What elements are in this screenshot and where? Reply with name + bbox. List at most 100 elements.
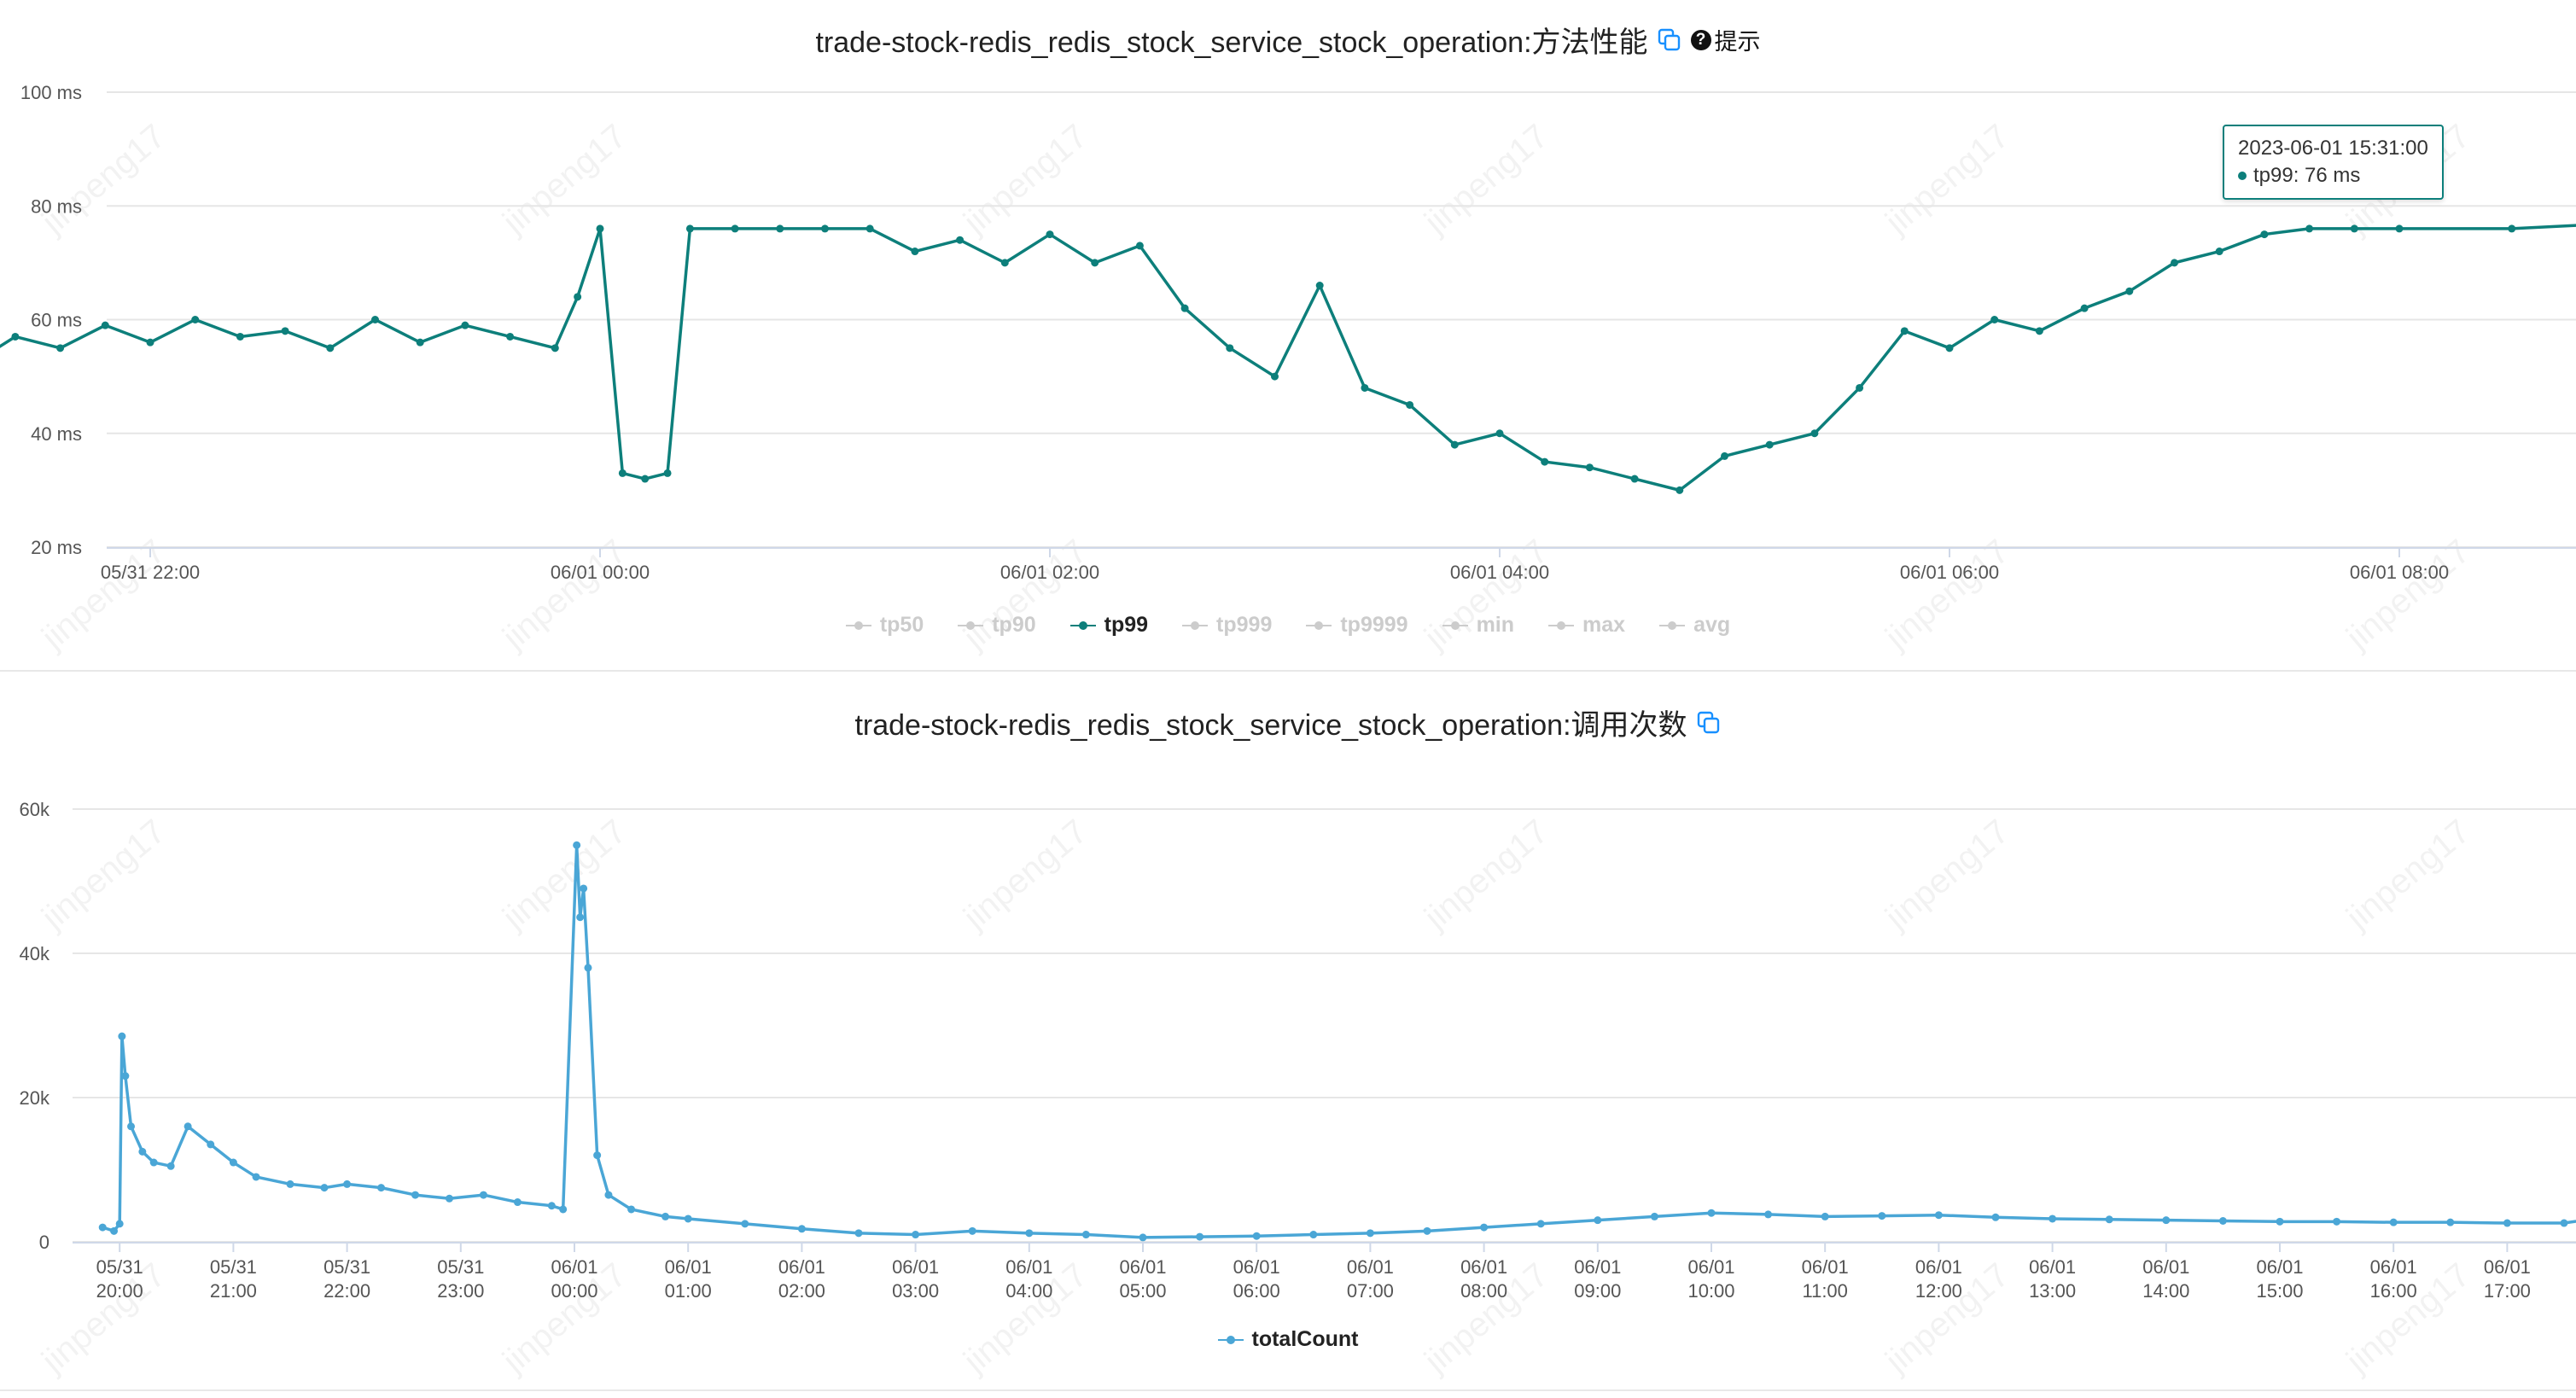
tp99-point[interactable] (236, 332, 244, 341)
tp99-point[interactable] (911, 248, 919, 256)
totalCount-point[interactable] (229, 1158, 237, 1167)
totalCount-point[interactable] (1764, 1210, 1773, 1219)
legend-item-tp50[interactable]: tp50 (845, 613, 924, 638)
tp99-point[interactable] (1046, 230, 1054, 239)
totalCount-point[interactable] (741, 1220, 749, 1228)
tp99-point[interactable] (1541, 457, 1549, 466)
legend-item-tp9999[interactable]: tp9999 (1306, 613, 1408, 638)
tp99-point[interactable] (1495, 429, 1504, 438)
totalCount-point[interactable] (121, 1072, 130, 1081)
totalCount-point[interactable] (479, 1191, 487, 1199)
tp99-point[interactable] (1585, 463, 1594, 472)
tp99-point[interactable] (1091, 259, 1099, 267)
totalCount-point[interactable] (2218, 1216, 2227, 1225)
totalCount-point[interactable] (1139, 1233, 1147, 1242)
tp99-point[interactable] (685, 224, 694, 233)
totalCount-point[interactable] (2105, 1215, 2113, 1224)
totalCount-point[interactable] (98, 1223, 107, 1232)
totalCount-point[interactable] (661, 1212, 670, 1220)
legend-item-totalCount[interactable]: totalCount (1217, 1327, 1358, 1352)
totalCount-point[interactable] (1991, 1213, 2000, 1221)
tp99-point[interactable] (1721, 451, 1728, 460)
call-count-chart-plot[interactable]: jinpeng17 jinpeng17 jinpeng17 jinpeng17 jinp… (0, 683, 2576, 1398)
tp99-point[interactable] (1315, 282, 1324, 290)
tp99-point[interactable] (461, 321, 469, 329)
tp99-point[interactable] (191, 316, 200, 323)
legend-item-min[interactable]: min (1442, 613, 1514, 638)
totalCount-point[interactable] (1878, 1212, 1886, 1220)
tp99-point[interactable] (371, 316, 379, 323)
tp99-series[interactable] (0, 219, 2576, 494)
totalCount-point[interactable] (968, 1226, 976, 1235)
tp99-point[interactable] (596, 224, 604, 233)
totalCount-point[interactable] (2560, 1219, 2568, 1227)
totalCount-point[interactable] (547, 1202, 556, 1210)
totalCount-point[interactable] (115, 1220, 124, 1228)
tp99-point[interactable] (1990, 316, 1999, 323)
tp99-point[interactable] (1450, 440, 1459, 449)
totalCount-point[interactable] (1934, 1211, 1943, 1220)
totalCount-point[interactable] (1081, 1231, 1090, 1239)
legend-item-tp90[interactable]: tp90 (958, 613, 1036, 638)
totalCount-point[interactable] (138, 1147, 147, 1156)
totalCount-point[interactable] (1821, 1212, 1829, 1220)
totalCount-point[interactable] (576, 913, 585, 922)
totalCount-point[interactable] (1423, 1226, 1431, 1235)
totalCount-point[interactable] (2162, 1216, 2171, 1225)
legend-item-avg[interactable]: avg (1659, 613, 1730, 638)
tp99-point[interactable] (2305, 224, 2314, 233)
totalCount-point[interactable] (1536, 1220, 1545, 1228)
totalCount-point[interactable] (513, 1198, 522, 1207)
totalCount-point[interactable] (252, 1173, 260, 1181)
totalCount-point[interactable] (1707, 1209, 1716, 1217)
totalCount-point[interactable] (580, 884, 588, 893)
tp99-point[interactable] (574, 293, 582, 301)
tp99-point[interactable] (2080, 304, 2089, 312)
totalCount-point[interactable] (118, 1032, 126, 1040)
totalCount-point[interactable] (627, 1205, 636, 1214)
totalCount-point[interactable] (2389, 1218, 2398, 1226)
tp99-point[interactable] (551, 344, 559, 352)
totalCount-point[interactable] (684, 1215, 692, 1223)
tp99-point[interactable] (56, 344, 65, 352)
tp99-point[interactable] (1765, 440, 1774, 449)
tp99-point[interactable] (11, 332, 20, 341)
totalCount-point[interactable] (411, 1191, 420, 1199)
totalCount-point[interactable] (593, 1151, 602, 1160)
tp99-point[interactable] (641, 475, 650, 483)
tp99-point[interactable] (618, 469, 627, 477)
totalCount-point[interactable] (912, 1231, 920, 1239)
tp99-point[interactable] (1406, 400, 1414, 409)
tp99-point[interactable] (2215, 248, 2223, 256)
tp99-line[interactable] (0, 223, 2576, 492)
totalCount-point[interactable] (207, 1140, 215, 1149)
totalCount-point[interactable] (1650, 1212, 1658, 1220)
tp99-point[interactable] (1226, 344, 1234, 352)
totalCount-point[interactable] (445, 1194, 453, 1203)
legend-item-tp99[interactable]: tp99 (1069, 613, 1148, 638)
tp99-point[interactable] (865, 224, 874, 233)
tp99-point[interactable] (731, 224, 739, 233)
totalCount-point[interactable] (604, 1191, 613, 1199)
tp99-point[interactable] (2508, 224, 2516, 233)
tp99-point[interactable] (506, 332, 515, 341)
tp99-point[interactable] (1900, 327, 1909, 335)
tp99-point[interactable] (1000, 259, 1009, 267)
tp99-point[interactable] (1271, 372, 1279, 381)
totalCount-point[interactable] (184, 1122, 192, 1131)
totalCount-point[interactable] (854, 1229, 863, 1238)
totalCount-point[interactable] (110, 1226, 119, 1235)
totalCount-point[interactable] (2049, 1215, 2057, 1223)
tp99-point[interactable] (1135, 242, 1144, 250)
tp99-point[interactable] (1810, 429, 1819, 438)
totalCount-point[interactable] (286, 1180, 294, 1188)
totalCount-point[interactable] (320, 1184, 329, 1192)
totalCount-point[interactable] (149, 1158, 158, 1167)
totalCount-point[interactable] (166, 1162, 175, 1170)
totalCount-point[interactable] (1252, 1232, 1261, 1240)
tp99-point[interactable] (1676, 486, 1684, 494)
tp99-point[interactable] (2035, 327, 2043, 335)
totalCount-point[interactable] (127, 1122, 136, 1131)
totalCount-point[interactable] (2276, 1217, 2284, 1226)
tp99-point[interactable] (2350, 224, 2358, 233)
